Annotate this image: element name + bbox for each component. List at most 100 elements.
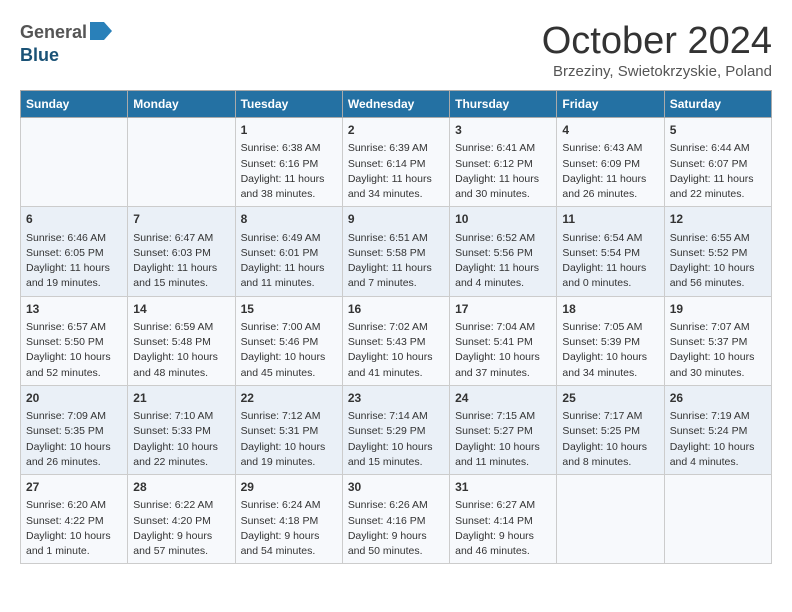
cell-info: Sunrise: 7:15 AM Sunset: 5:27 PM Dayligh… (455, 409, 551, 470)
day-header-monday: Monday (128, 91, 235, 118)
calendar-cell: 26 Sunrise: 7:19 AM Sunset: 5:24 PM Dayli… (664, 385, 771, 474)
day-number: 21 (133, 390, 229, 407)
day-number: 10 (455, 211, 551, 228)
calendar-cell: 6 Sunrise: 6:46 AM Sunset: 6:05 PM Daylig… (21, 207, 128, 296)
calendar-cell: 11 Sunrise: 6:54 AM Sunset: 5:54 PM Dayli… (557, 207, 664, 296)
day-number: 13 (26, 301, 122, 318)
cell-info: Sunrise: 6:51 AM Sunset: 5:58 PM Dayligh… (348, 231, 444, 292)
cell-info: Sunrise: 7:14 AM Sunset: 5:29 PM Dayligh… (348, 409, 444, 470)
calendar-cell (21, 118, 128, 207)
week-row-1: 1 Sunrise: 6:38 AM Sunset: 6:16 PM Daylig… (21, 118, 772, 207)
day-header-friday: Friday (557, 91, 664, 118)
calendar-cell: 9 Sunrise: 6:51 AM Sunset: 5:58 PM Daylig… (342, 207, 449, 296)
week-row-3: 13 Sunrise: 6:57 AM Sunset: 5:50 PM Dayli… (21, 296, 772, 385)
calendar-cell: 1 Sunrise: 6:38 AM Sunset: 6:16 PM Daylig… (235, 118, 342, 207)
calendar-cell: 19 Sunrise: 7:07 AM Sunset: 5:37 PM Dayli… (664, 296, 771, 385)
day-number: 7 (133, 211, 229, 228)
cell-info: Sunrise: 6:41 AM Sunset: 6:12 PM Dayligh… (455, 141, 551, 202)
cell-info: Sunrise: 6:49 AM Sunset: 6:01 PM Dayligh… (241, 231, 337, 292)
day-number: 5 (670, 122, 766, 139)
week-row-2: 6 Sunrise: 6:46 AM Sunset: 6:05 PM Daylig… (21, 207, 772, 296)
calendar-cell: 20 Sunrise: 7:09 AM Sunset: 5:35 PM Dayli… (21, 385, 128, 474)
calendar-cell: 12 Sunrise: 6:55 AM Sunset: 5:52 PM Dayli… (664, 207, 771, 296)
day-number: 28 (133, 479, 229, 496)
cell-info: Sunrise: 6:27 AM Sunset: 4:14 PM Dayligh… (455, 498, 551, 559)
day-number: 29 (241, 479, 337, 496)
logo-general-text: General (20, 22, 87, 43)
day-number: 3 (455, 122, 551, 139)
day-number: 1 (241, 122, 337, 139)
day-number: 6 (26, 211, 122, 228)
cell-info: Sunrise: 6:47 AM Sunset: 6:03 PM Dayligh… (133, 231, 229, 292)
day-number: 25 (562, 390, 658, 407)
cell-info: Sunrise: 7:17 AM Sunset: 5:25 PM Dayligh… (562, 409, 658, 470)
calendar-cell: 22 Sunrise: 7:12 AM Sunset: 5:31 PM Dayli… (235, 385, 342, 474)
logo-blue-text: Blue (20, 45, 59, 65)
calendar-cell: 14 Sunrise: 6:59 AM Sunset: 5:48 PM Dayli… (128, 296, 235, 385)
day-number: 22 (241, 390, 337, 407)
cell-info: Sunrise: 6:38 AM Sunset: 6:16 PM Dayligh… (241, 141, 337, 202)
calendar-cell: 25 Sunrise: 7:17 AM Sunset: 5:25 PM Dayli… (557, 385, 664, 474)
day-number: 2 (348, 122, 444, 139)
day-number: 17 (455, 301, 551, 318)
day-number: 9 (348, 211, 444, 228)
cell-info: Sunrise: 7:07 AM Sunset: 5:37 PM Dayligh… (670, 320, 766, 381)
cell-info: Sunrise: 6:20 AM Sunset: 4:22 PM Dayligh… (26, 498, 122, 559)
day-header-sunday: Sunday (21, 91, 128, 118)
calendar-title-section: October 2024 Brzeziny, Swietokrzyskie, P… (542, 20, 772, 80)
cell-info: Sunrise: 6:57 AM Sunset: 5:50 PM Dayligh… (26, 320, 122, 381)
cell-info: Sunrise: 6:59 AM Sunset: 5:48 PM Dayligh… (133, 320, 229, 381)
calendar-cell: 5 Sunrise: 6:44 AM Sunset: 6:07 PM Daylig… (664, 118, 771, 207)
calendar-cell: 7 Sunrise: 6:47 AM Sunset: 6:03 PM Daylig… (128, 207, 235, 296)
cell-info: Sunrise: 7:05 AM Sunset: 5:39 PM Dayligh… (562, 320, 658, 381)
day-number: 30 (348, 479, 444, 496)
day-header-wednesday: Wednesday (342, 91, 449, 118)
day-number: 23 (348, 390, 444, 407)
cell-info: Sunrise: 6:22 AM Sunset: 4:20 PM Dayligh… (133, 498, 229, 559)
cell-info: Sunrise: 6:24 AM Sunset: 4:18 PM Dayligh… (241, 498, 337, 559)
cell-info: Sunrise: 6:44 AM Sunset: 6:07 PM Dayligh… (670, 141, 766, 202)
calendar-cell: 27 Sunrise: 6:20 AM Sunset: 4:22 PM Dayli… (21, 475, 128, 564)
month-title: October 2024 (542, 20, 772, 63)
calendar-cell: 21Sunrise: 7:10 AM Sunset: 5:33 PM Dayli… (128, 385, 235, 474)
day-number: 26 (670, 390, 766, 407)
day-number: 4 (562, 122, 658, 139)
day-number: 27 (26, 479, 122, 496)
calendar-cell: 30Sunrise: 6:26 AM Sunset: 4:16 PM Dayli… (342, 475, 449, 564)
day-header-saturday: Saturday (664, 91, 771, 118)
cell-info: Sunrise: 6:39 AM Sunset: 6:14 PM Dayligh… (348, 141, 444, 202)
cell-info: Sunrise: 7:12 AM Sunset: 5:31 PM Dayligh… (241, 409, 337, 470)
calendar-cell: 18 Sunrise: 7:05 AM Sunset: 5:39 PM Dayli… (557, 296, 664, 385)
header-row: SundayMondayTuesdayWednesdayThursdayFrid… (21, 91, 772, 118)
calendar-cell: 15Sunrise: 7:00 AM Sunset: 5:46 PM Dayli… (235, 296, 342, 385)
day-number: 8 (241, 211, 337, 228)
cell-info: Sunrise: 6:54 AM Sunset: 5:54 PM Dayligh… (562, 231, 658, 292)
day-number: 31 (455, 479, 551, 496)
calendar-cell: 8 Sunrise: 6:49 AM Sunset: 6:01 PM Daylig… (235, 207, 342, 296)
calendar-cell: 28 Sunrise: 6:22 AM Sunset: 4:20 PM Dayli… (128, 475, 235, 564)
cell-info: Sunrise: 6:43 AM Sunset: 6:09 PM Dayligh… (562, 141, 658, 202)
cell-info: Sunrise: 6:55 AM Sunset: 5:52 PM Dayligh… (670, 231, 766, 292)
day-number: 11 (562, 211, 658, 228)
week-row-5: 27 Sunrise: 6:20 AM Sunset: 4:22 PM Dayli… (21, 475, 772, 564)
cell-info: Sunrise: 6:52 AM Sunset: 5:56 PM Dayligh… (455, 231, 551, 292)
day-header-tuesday: Tuesday (235, 91, 342, 118)
day-number: 20 (26, 390, 122, 407)
day-number: 19 (670, 301, 766, 318)
calendar-cell: 4 Sunrise: 6:43 AM Sunset: 6:09 PM Daylig… (557, 118, 664, 207)
logo: General Blue (20, 20, 112, 66)
cell-info: Sunrise: 6:46 AM Sunset: 6:05 PM Dayligh… (26, 231, 122, 292)
day-number: 16 (348, 301, 444, 318)
cell-info: Sunrise: 7:00 AM Sunset: 5:46 PM Dayligh… (241, 320, 337, 381)
calendar-cell: 24Sunrise: 7:15 AM Sunset: 5:27 PM Dayli… (450, 385, 557, 474)
location: Brzeziny, Swietokrzyskie, Poland (542, 63, 772, 80)
day-number: 18 (562, 301, 658, 318)
day-number: 12 (670, 211, 766, 228)
day-number: 14 (133, 301, 229, 318)
cell-info: Sunrise: 7:19 AM Sunset: 5:24 PM Dayligh… (670, 409, 766, 470)
day-header-thursday: Thursday (450, 91, 557, 118)
cell-info: Sunrise: 7:09 AM Sunset: 5:35 PM Dayligh… (26, 409, 122, 470)
logo-arrow (90, 22, 112, 45)
calendar-cell (557, 475, 664, 564)
calendar-cell: 13 Sunrise: 6:57 AM Sunset: 5:50 PM Dayli… (21, 296, 128, 385)
